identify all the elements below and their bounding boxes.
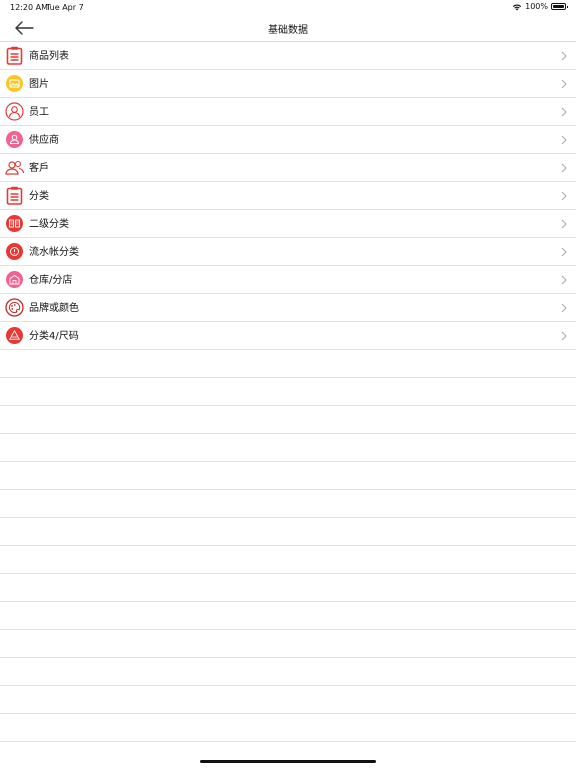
empty-row [0,350,576,378]
status-date: Tue Apr 7 [46,3,84,12]
empty-row [0,658,576,686]
empty-row [0,602,576,630]
list-item-employees[interactable]: 员工 [0,98,576,126]
list-item-label: 客戶 [29,163,49,174]
empty-row [0,434,576,462]
list-item-images[interactable]: 图片 [0,70,576,98]
list-item-label: 分类4/尺码 [29,331,79,342]
nav-bar: 基础数据 [0,14,576,42]
list-item-label: 流水帐分类 [29,247,79,258]
empty-row [0,546,576,574]
empty-row [0,714,576,742]
size-icon [5,326,24,345]
customers-icon [5,158,24,177]
chevron-right-icon [561,191,567,201]
wifi-icon [512,3,522,11]
empty-row [0,490,576,518]
list-item-label: 供应商 [29,135,59,146]
empty-row [0,406,576,434]
journal-category-icon [5,242,24,261]
chevron-right-icon [561,331,567,341]
supplier-icon [5,130,24,149]
home-indicator[interactable] [200,760,376,763]
status-right: 100% [512,2,568,11]
list-item-warehouse[interactable]: 仓库/分店 [0,266,576,294]
list-item-brand-color[interactable]: 品牌或颜色 [0,294,576,322]
list-item-label: 图片 [29,79,49,90]
subcategory-icon [5,214,24,233]
list-item-size[interactable]: 分类4/尺码 [0,322,576,350]
empty-row [0,686,576,714]
chevron-right-icon [561,135,567,145]
list-item-customers[interactable]: 客戶 [0,154,576,182]
list-item-label: 员工 [29,107,49,118]
status-time: 12:20 AM [10,3,48,12]
list-item-label: 分类 [29,191,49,202]
warehouse-icon [5,270,24,289]
clipboard-list-icon [5,186,24,205]
chevron-right-icon [561,219,567,229]
status-bar: 12:20 AM Tue Apr 7 100% [0,0,576,14]
battery-icon [551,3,568,10]
chevron-right-icon [561,247,567,257]
chevron-right-icon [561,275,567,285]
list-item-label: 品牌或颜色 [29,303,79,314]
list-item-subcategory[interactable]: 二级分类 [0,210,576,238]
palette-icon [5,298,24,317]
list-item-suppliers[interactable]: 供应商 [0,126,576,154]
empty-row [0,378,576,406]
data-list: 商品列表 图片 员工 供应商 客戶 分类 二级分类 流水帐分类 仓库/分店 品牌… [0,42,576,742]
battery-percent: 100% [525,2,548,11]
chevron-right-icon [561,163,567,173]
page-title: 基础数据 [268,25,308,36]
chevron-right-icon [561,107,567,117]
list-item-label: 仓库/分店 [29,275,73,286]
clipboard-list-icon [5,46,24,65]
image-icon [5,74,24,93]
list-item-label: 二级分类 [29,219,69,230]
list-item-label: 商品列表 [29,51,69,62]
chevron-right-icon [561,51,567,61]
empty-row [0,630,576,658]
list-item-category[interactable]: 分类 [0,182,576,210]
chevron-right-icon [561,303,567,313]
list-item-journal-category[interactable]: 流水帐分类 [0,238,576,266]
empty-row [0,574,576,602]
empty-row [0,518,576,546]
empty-row [0,462,576,490]
chevron-right-icon [561,79,567,89]
list-item-products[interactable]: 商品列表 [0,42,576,70]
employee-icon [5,102,24,121]
